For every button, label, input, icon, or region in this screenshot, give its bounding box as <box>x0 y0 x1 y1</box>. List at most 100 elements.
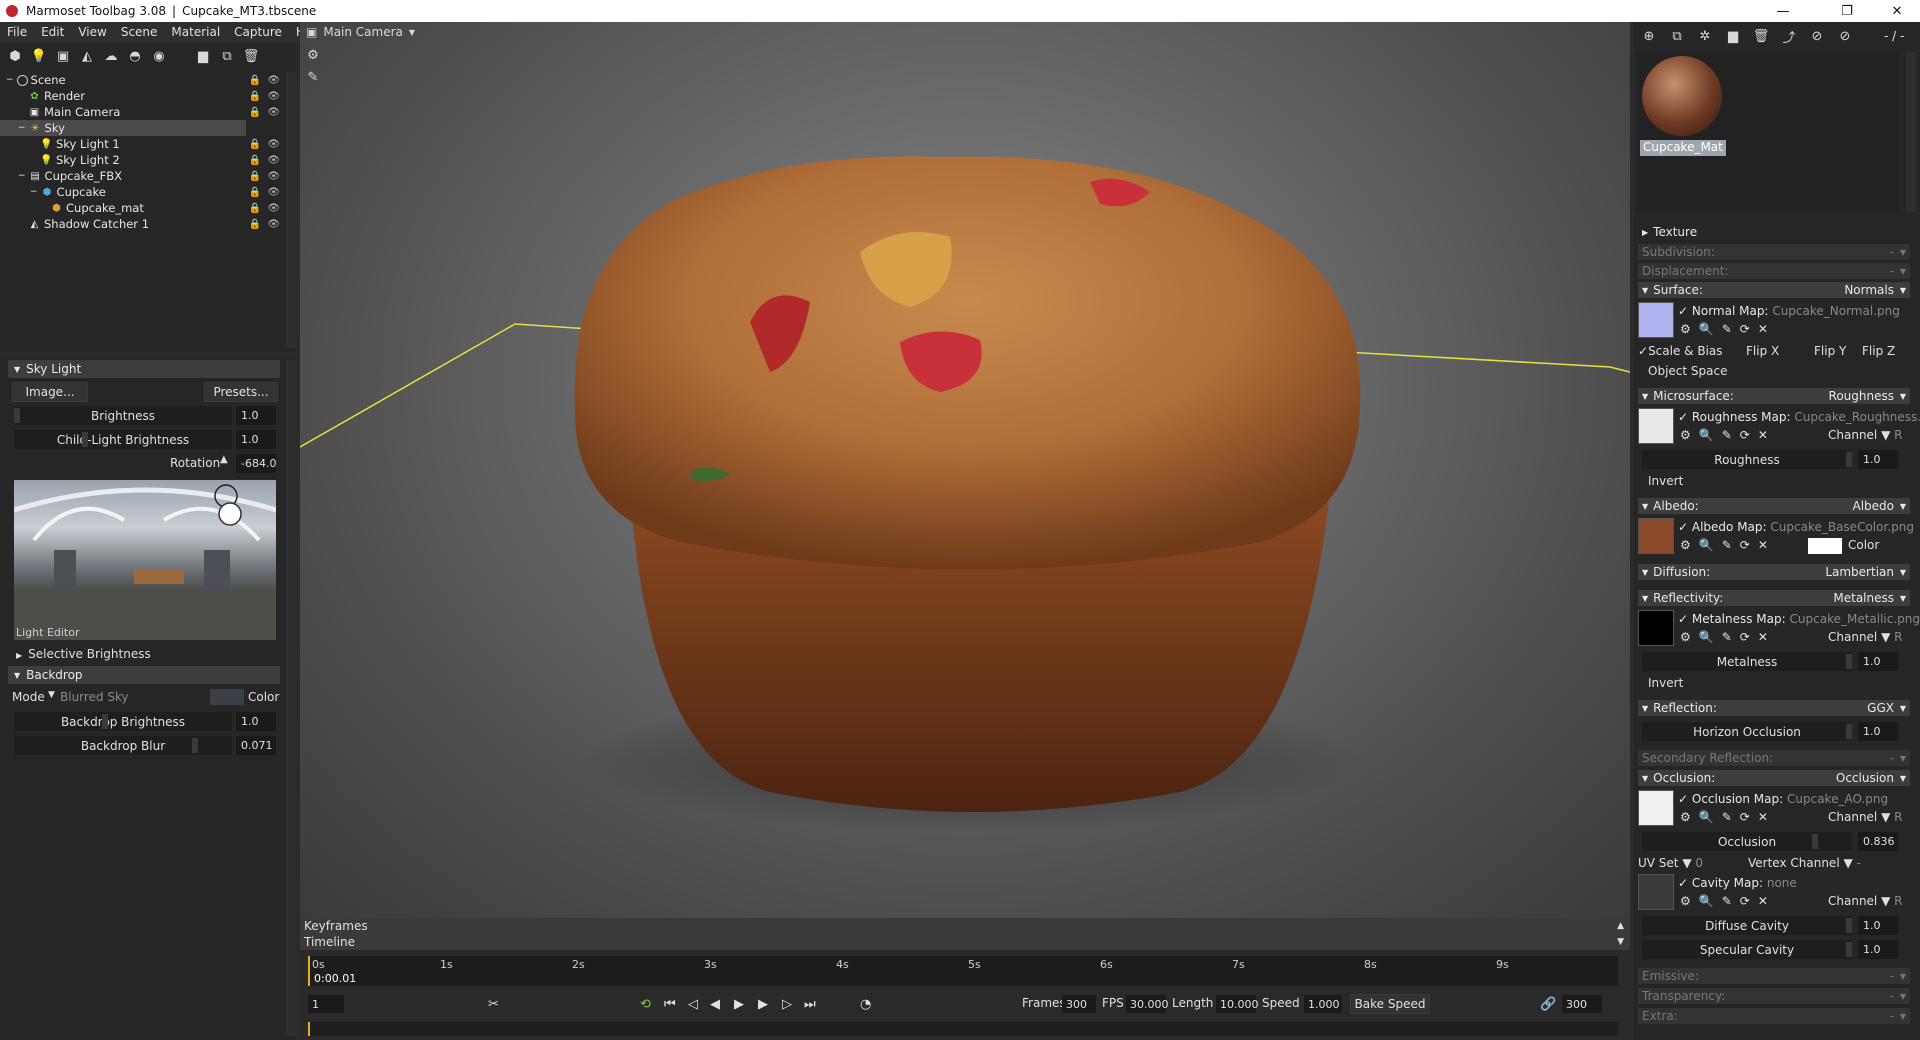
light-editor-panorama[interactable]: Light Editor <box>14 480 276 640</box>
delete-icon[interactable]: 🗑 <box>242 47 260 65</box>
material-name[interactable]: Cupcake_Mat <box>1640 140 1726 156</box>
metalness-map-line[interactable]: ✓ Metalness Map: Cupcake_Metallic.png <box>1678 612 1920 626</box>
length-field[interactable]: 10.000 <box>1216 995 1259 1013</box>
reload-icon[interactable]: ⟳ <box>1740 538 1750 552</box>
clear-icon[interactable]: ✕ <box>1758 428 1768 442</box>
zoom-icon[interactable]: 🔍 <box>1699 428 1714 442</box>
edit-icon[interactable]: ✎ <box>1722 428 1732 442</box>
zoom-icon[interactable]: 🔍 <box>1699 630 1714 644</box>
cavity-map-line[interactable]: ✓ Cavity Map: none <box>1678 876 1797 890</box>
add-camera-icon[interactable]: ▣ <box>54 47 72 65</box>
compass-icon[interactable]: ⊘ <box>1808 27 1826 45</box>
close-button[interactable]: ✕ <box>1874 0 1920 22</box>
settings-icon[interactable]: ⚙ <box>1680 810 1691 824</box>
edit-icon[interactable]: ✎ <box>1722 810 1732 824</box>
settings-icon[interactable]: ⚙ <box>1680 630 1691 644</box>
add-object-icon[interactable]: ⬢ <box>6 47 24 65</box>
keyframes-bar[interactable]: Keyframes ▲ <box>300 918 1630 934</box>
tree-item-main-camera[interactable]: ▣ Main Camera 🔒 👁 <box>0 104 284 120</box>
occlusion-map-thumbnail[interactable] <box>1638 790 1674 826</box>
viewport[interactable]: ▣ Main Camera ▼ ⚙ ✎ <box>300 22 1630 920</box>
surface-section[interactable]: ▼ Surface: Normals ▼ <box>1638 282 1910 298</box>
open-material-icon[interactable]: ▆ <box>1724 27 1742 45</box>
albedo-map-thumbnail[interactable] <box>1638 518 1674 554</box>
settings-icon[interactable]: ⚙ <box>1680 894 1691 908</box>
eye-icon[interactable]: 👁 <box>267 91 280 102</box>
extra-section[interactable]: Extra: - ▼ <box>1638 1008 1910 1024</box>
library-scrollbar[interactable] <box>1906 52 1916 212</box>
menu-scene[interactable]: Scene <box>114 25 165 39</box>
metalness-slider[interactable]: Metalness <box>1642 652 1852 671</box>
emissive-section[interactable]: Emissive: - ▼ <box>1638 968 1910 984</box>
minimize-button[interactable]: — <box>1760 0 1806 22</box>
timeline-track[interactable] <box>308 1022 1618 1036</box>
slider-knob[interactable] <box>82 432 88 447</box>
tree-item-sky-light-2[interactable]: 💡 Sky Light 2 🔒 👁 <box>0 152 284 168</box>
scale-bias-checkbox[interactable]: ✓Scale & Bias <box>1638 344 1723 358</box>
frames-field[interactable]: 300 <box>1062 995 1096 1013</box>
occlusion-section[interactable]: ▼ Occlusion: Occlusion ▼ <box>1638 770 1910 786</box>
reload-icon[interactable]: ⟳ <box>1740 810 1750 824</box>
lock-icon[interactable]: 🔒 <box>249 203 261 214</box>
eye-icon[interactable]: 👁 <box>267 155 280 166</box>
properties-scrollbar[interactable] <box>286 360 296 1036</box>
diffusion-section[interactable]: ▼ Diffusion: Lambertian ▼ <box>1638 564 1910 580</box>
texture-section[interactable]: ▶ Texture <box>1638 224 1910 240</box>
transparency-section[interactable]: Transparency: - ▼ <box>1638 988 1910 1004</box>
albedo-color-swatch[interactable] <box>1808 538 1842 554</box>
last-frame-icon[interactable]: ⏭ <box>804 997 816 1012</box>
edit-icon[interactable]: ✎ <box>1722 322 1732 336</box>
flip-z-checkbox[interactable]: Flip Z <box>1862 344 1895 358</box>
lock-icon[interactable]: 🔒 <box>249 171 261 182</box>
brightness-value[interactable]: 1.0 <box>236 406 276 425</box>
edit-icon[interactable]: ✎ <box>1722 894 1732 908</box>
eye-icon[interactable]: 👁 <box>267 139 280 150</box>
presets-button[interactable]: Presets... <box>204 382 278 402</box>
uv-set-dropdown[interactable]: UV Set ▼ 0 <box>1638 856 1703 870</box>
pick-material-icon[interactable]: ⤴ <box>1780 27 1798 46</box>
displacement-section[interactable]: Displacement: - ▼ <box>1638 263 1910 279</box>
cavity-map-thumbnail[interactable] <box>1638 874 1674 910</box>
compass-alt-icon[interactable]: ⊘ <box>1836 27 1854 45</box>
speedometer-icon[interactable]: ◔ <box>860 997 871 1012</box>
menu-capture[interactable]: Capture <box>227 25 289 39</box>
reload-icon[interactable]: ⟳ <box>1740 428 1750 442</box>
diffuse-cavity-slider[interactable]: Diffuse Cavity <box>1642 916 1852 935</box>
add-sky-icon[interactable]: ◉ <box>150 47 168 65</box>
horizon-occlusion-value[interactable]: 1.0 <box>1858 722 1898 741</box>
roughness-slider[interactable]: Roughness <box>1642 450 1852 469</box>
zoom-icon[interactable]: 🔍 <box>1699 538 1714 552</box>
new-material-icon[interactable]: ⊕ <box>1640 27 1658 45</box>
object-space-checkbox[interactable]: Object Space <box>1648 364 1727 378</box>
collapse-keyframes-icon[interactable]: ▲ <box>1617 921 1624 931</box>
tree-item-sky[interactable]: − ☀ Sky <box>0 120 246 136</box>
albedo-map-line[interactable]: ✓ Albedo Map: Cupcake_BaseColor.png <box>1678 520 1914 534</box>
timeline-ruler[interactable]: 0s 1s 2s 3s 4s 5s 6s 7s 8s 9s 0:00.01 <box>308 956 1618 986</box>
collapse-icon[interactable]: − <box>18 171 26 181</box>
metalness-value[interactable]: 1.0 <box>1858 652 1898 671</box>
track-playhead[interactable] <box>308 1022 310 1036</box>
play-icon[interactable]: ▶ <box>734 997 744 1012</box>
add-turntable-icon[interactable]: ◓ <box>126 47 144 65</box>
prev-frame-icon[interactable]: ◀ <box>710 997 720 1012</box>
microsurface-section[interactable]: ▼ Microsurface: Roughness ▼ <box>1638 388 1910 404</box>
mode-value[interactable]: Blurred Sky <box>60 690 129 704</box>
reload-icon[interactable]: ⟳ <box>1740 322 1750 336</box>
zoom-icon[interactable]: 🔍 <box>1699 322 1714 336</box>
slider-knob[interactable] <box>14 408 20 423</box>
collapse-icon[interactable]: − <box>18 123 26 133</box>
tree-item-cupcake-mat[interactable]: ⬢ Cupcake_mat 🔒 👁 <box>0 200 284 216</box>
roughness-channel[interactable]: Channel ▼ R <box>1828 428 1902 442</box>
child-light-brightness-slider[interactable]: Child-Light Brightness <box>14 430 232 449</box>
edit-icon[interactable]: ✎ <box>1722 538 1732 552</box>
image-button[interactable]: Image... <box>12 382 88 402</box>
eye-icon[interactable]: 👁 <box>267 75 280 86</box>
prev-key-icon[interactable]: ◁ <box>688 997 698 1012</box>
selective-brightness-toggle[interactable]: ▶ Selective Brightness <box>16 647 151 661</box>
rotation-value[interactable]: -684.0 <box>236 454 276 473</box>
diffuse-cavity-value[interactable]: 1.0 <box>1858 916 1898 935</box>
scissors-icon[interactable]: ✂ <box>488 997 499 1012</box>
tree-item-cupcake[interactable]: − ⬢ Cupcake 🔒 👁 <box>0 184 284 200</box>
flip-y-checkbox[interactable]: Flip Y <box>1814 344 1846 358</box>
menu-edit[interactable]: Edit <box>34 25 71 39</box>
